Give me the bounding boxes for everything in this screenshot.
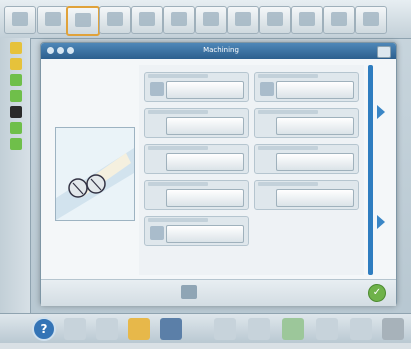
tool-icon[interactable] (282, 318, 304, 340)
setting-icon (150, 82, 164, 96)
setting-value-button[interactable] (276, 117, 354, 135)
calculator-icon[interactable] (181, 285, 197, 299)
tool-button[interactable] (163, 6, 195, 34)
tool-icon[interactable] (248, 318, 270, 340)
back-icon[interactable] (47, 47, 54, 54)
left-tab[interactable] (10, 58, 22, 70)
setting-value-button[interactable] (166, 81, 244, 99)
tool-icon (12, 12, 28, 26)
group-header (258, 74, 318, 78)
close-button[interactable] (377, 46, 391, 58)
home-icon[interactable] (57, 47, 64, 54)
tool-icon (203, 12, 219, 26)
setting-value-button[interactable] (166, 225, 244, 243)
tool-button[interactable] (131, 6, 163, 34)
setting-group (144, 216, 249, 246)
tool-preview-image (55, 127, 135, 221)
next-arrow-icon[interactable] (377, 215, 385, 229)
tool-icon[interactable] (96, 318, 118, 340)
tool-icon[interactable] (316, 318, 338, 340)
tool-icon[interactable] (214, 318, 236, 340)
group-header (148, 74, 208, 78)
tool-button[interactable] (259, 6, 291, 34)
setting-group (144, 108, 249, 138)
top-toolbar (0, 0, 411, 39)
setting-group (254, 180, 359, 210)
tool-button[interactable] (195, 6, 227, 34)
save-icon[interactable] (160, 318, 182, 340)
tool-preview-graphic (56, 148, 134, 220)
setting-value-button[interactable] (276, 189, 354, 207)
tool-icon (107, 12, 123, 26)
setting-group (144, 72, 249, 102)
tool-button[interactable] (4, 6, 36, 34)
os-taskbar (0, 343, 411, 349)
tool-button-active[interactable] (66, 6, 100, 36)
dialog-titlebar: Machining (41, 43, 396, 59)
group-header (148, 218, 208, 222)
setting-group (254, 108, 359, 138)
tool-icon (171, 12, 187, 26)
tool-icon (331, 12, 347, 26)
help-button[interactable]: ? (32, 317, 56, 341)
setting-value-button[interactable] (166, 117, 244, 135)
setting-group (144, 144, 249, 174)
left-tab[interactable] (10, 42, 22, 54)
tool-icon (235, 12, 251, 26)
left-tab[interactable] (10, 122, 22, 134)
machining-dialog: Machining ✓ (40, 42, 397, 306)
left-tab[interactable] (10, 106, 22, 118)
scrollbar[interactable] (368, 65, 373, 275)
left-tab[interactable] (10, 90, 22, 102)
setting-group (254, 72, 359, 102)
tool-button[interactable] (99, 6, 131, 34)
group-header (258, 182, 318, 186)
next-arrow-icon[interactable] (377, 105, 385, 119)
ok-button[interactable]: ✓ (368, 284, 386, 302)
tool-button[interactable] (291, 6, 323, 34)
tool-icon (75, 13, 91, 27)
setting-group (144, 180, 249, 210)
tool-icon (299, 12, 315, 26)
group-header (148, 182, 208, 186)
setting-icon (260, 82, 274, 96)
dialog-title: Machining (203, 46, 239, 54)
tool-button[interactable] (37, 6, 69, 34)
bottom-toolbar: ? (0, 313, 411, 344)
tool-icon (45, 12, 61, 26)
group-header (258, 146, 318, 150)
tool-icon (139, 12, 155, 26)
setting-value-button[interactable] (166, 189, 244, 207)
left-tab[interactable] (10, 138, 22, 150)
tool-button[interactable] (323, 6, 355, 34)
group-header (258, 110, 318, 114)
settings-grid (139, 65, 364, 275)
setting-value-button[interactable] (276, 153, 354, 171)
tool-button[interactable] (355, 6, 387, 34)
dialog-footer: ✓ (41, 279, 396, 306)
tool-icon (267, 12, 283, 26)
setting-value-button[interactable] (166, 153, 244, 171)
tool-icon (363, 12, 379, 26)
setting-group (254, 144, 359, 174)
setting-icon (150, 226, 164, 240)
folder-icon[interactable] (128, 318, 150, 340)
tool-icon[interactable] (350, 318, 372, 340)
setting-value-button[interactable] (276, 81, 354, 99)
group-header (148, 110, 208, 114)
tool-icon[interactable] (64, 318, 86, 340)
forward-icon[interactable] (67, 47, 74, 54)
tool-icon[interactable] (382, 318, 404, 340)
left-toolbar (0, 38, 31, 323)
tool-button[interactable] (227, 6, 259, 34)
group-header (148, 146, 208, 150)
left-tab[interactable] (10, 74, 22, 86)
